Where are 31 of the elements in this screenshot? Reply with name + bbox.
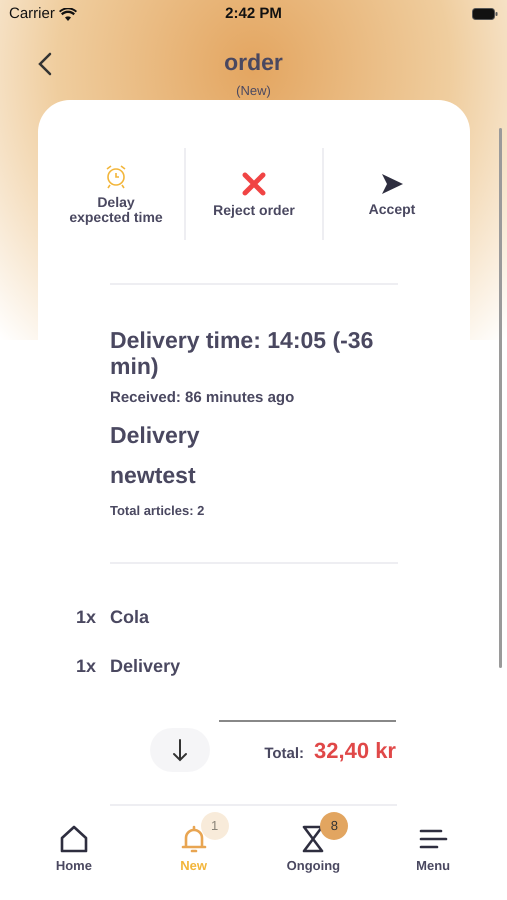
action-button[interactable]: Accept bbox=[322, 148, 460, 240]
tab-item[interactable]: Menu bbox=[416, 824, 450, 900]
order-type: Delivery bbox=[110, 420, 201, 450]
back-icon bbox=[38, 52, 52, 76]
received-time: Received: 86 minutes ago bbox=[110, 388, 296, 408]
cross-icon bbox=[241, 170, 267, 196]
customer-name: newtest bbox=[110, 461, 197, 490]
item-name: Delivery bbox=[110, 655, 180, 678]
battery-icon bbox=[472, 8, 498, 20]
count-badge: 8 bbox=[320, 812, 348, 840]
item-name: Cola bbox=[110, 606, 150, 629]
alarm-clock-icon bbox=[104, 163, 128, 189]
bell-icon bbox=[178, 824, 209, 854]
count-badge: 1 bbox=[200, 812, 229, 840]
delivery-time: Delivery time: 14:05 (-36 min) bbox=[110, 327, 374, 379]
action-button[interactable]: Reject order bbox=[184, 148, 322, 240]
wifi-icon bbox=[58, 8, 77, 20]
total-amount: 32,40 kr bbox=[314, 737, 396, 765]
home-icon bbox=[58, 824, 89, 854]
carrier-label: Carrier bbox=[9, 4, 55, 24]
tab-item[interactable]: Home bbox=[56, 824, 92, 900]
down-arrow-icon bbox=[172, 738, 188, 762]
status-subtitle: (New) bbox=[236, 82, 271, 100]
page-title: order bbox=[224, 48, 283, 76]
total-articles: Total articles: 2 bbox=[110, 502, 206, 520]
item-quantity: 1x bbox=[76, 606, 96, 629]
total-label: Total: bbox=[264, 744, 304, 764]
action-button[interactable]: Delay expected time bbox=[48, 148, 184, 240]
item-quantity: 1x bbox=[76, 655, 96, 678]
send-arrow-icon bbox=[380, 172, 404, 196]
clock: 2:42 PM bbox=[225, 4, 282, 24]
